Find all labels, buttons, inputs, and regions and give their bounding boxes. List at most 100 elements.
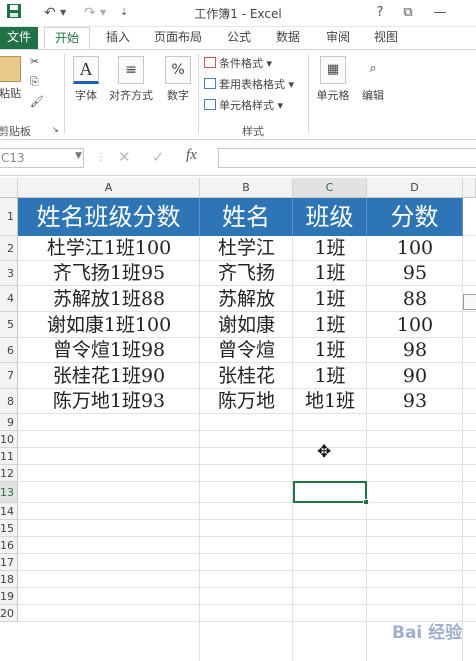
cut-icon[interactable]: ✂ bbox=[30, 54, 39, 70]
cell-d5[interactable]: 100 bbox=[367, 312, 463, 338]
cell-c5[interactable]: 1班 bbox=[293, 312, 367, 338]
row-header-3[interactable]: 3 bbox=[0, 261, 18, 286]
row-header-4[interactable]: 4 bbox=[0, 286, 18, 312]
group-clipboard-label: 剪贴板 bbox=[0, 125, 31, 138]
row-header-17[interactable]: 17 bbox=[0, 554, 18, 571]
formula-bar-grip-icon: ⋮ bbox=[96, 152, 106, 163]
cell-c8[interactable]: 地1班 bbox=[293, 389, 367, 414]
cell-b2[interactable]: 杜学江 bbox=[200, 236, 293, 261]
format-painter-icon[interactable]: 🖌 bbox=[30, 94, 44, 110]
minimize-button[interactable]: — bbox=[428, 3, 452, 23]
tab-insert[interactable]: 插入 bbox=[100, 27, 136, 49]
cell-d6[interactable]: 98 bbox=[367, 338, 463, 363]
tab-page-layout[interactable]: 页面布局 bbox=[148, 27, 208, 49]
header-cell-a[interactable]: 姓名班级分数 bbox=[18, 198, 200, 236]
cell-d7[interactable]: 90 bbox=[367, 363, 463, 389]
row-header-8[interactable]: 8 bbox=[0, 389, 18, 414]
column-header-d[interactable]: D bbox=[367, 178, 463, 198]
cell-cursor-icon: ✥ bbox=[317, 442, 332, 462]
row-header-12[interactable]: 12 bbox=[0, 465, 18, 482]
cell-a3[interactable]: 齐飞扬1班95 bbox=[18, 261, 200, 286]
row-header-16[interactable]: 16 bbox=[0, 537, 18, 554]
clipboard-launcher-icon[interactable]: ↘ bbox=[52, 122, 59, 138]
ribbon-tabs: 文件 开始 插入 页面布局 公式 数据 审阅 视图 bbox=[0, 27, 476, 50]
worksheet-grid[interactable]: A B C D 1 2 3 4 5 6 7 8 9 10 11 12 13 14 15 16 17 18 19 20 … bbox=[0, 178, 476, 661]
column-header-b[interactable]: B bbox=[200, 178, 293, 198]
cell-d8[interactable]: 93 bbox=[367, 389, 463, 414]
row-header-2[interactable]: 2 bbox=[0, 236, 18, 261]
tab-file[interactable]: 文件 bbox=[0, 27, 38, 49]
cell-a4[interactable]: 苏解放1班88 bbox=[18, 286, 200, 312]
cell-b8[interactable]: 陈万地 bbox=[200, 389, 293, 414]
cell-c6[interactable]: 1班 bbox=[293, 338, 367, 363]
selected-cell[interactable] bbox=[293, 481, 369, 505]
formula-input[interactable] bbox=[218, 148, 476, 168]
cell-b5[interactable]: 谢如康 bbox=[200, 312, 293, 338]
copy-icon[interactable]: ⎘ bbox=[30, 74, 39, 90]
cell-c7[interactable]: 1班 bbox=[293, 363, 367, 389]
font-icon: A bbox=[73, 56, 99, 84]
column-header-a[interactable]: A bbox=[18, 178, 200, 198]
cell-a8[interactable]: 陈万地1班93 bbox=[18, 389, 200, 414]
cell-styles-button[interactable]: 单元格样式 ▾ bbox=[204, 98, 283, 114]
insert-function-icon[interactable]: fx bbox=[186, 147, 197, 164]
cell-d4[interactable]: 88 bbox=[367, 286, 463, 312]
enter-icon[interactable]: ✓ bbox=[152, 148, 165, 166]
row-header-6[interactable]: 6 bbox=[0, 338, 18, 363]
table-icon bbox=[204, 78, 216, 89]
header-cell-d[interactable]: 分数 bbox=[367, 198, 463, 236]
column-header-e[interactable] bbox=[463, 178, 476, 198]
cell-d2[interactable]: 100 bbox=[367, 236, 463, 261]
row-header-20[interactable]: 20 bbox=[0, 605, 18, 622]
cell-c2[interactable]: 1班 bbox=[293, 236, 367, 261]
cell-b4[interactable]: 苏解放 bbox=[200, 286, 293, 312]
row-header-7[interactable]: 7 bbox=[0, 363, 18, 389]
cell-b3[interactable]: 齐飞扬 bbox=[200, 261, 293, 286]
header-cell-b[interactable]: 姓名 bbox=[200, 198, 293, 236]
tab-data[interactable]: 数据 bbox=[270, 27, 306, 49]
row-header-18[interactable]: 18 bbox=[0, 571, 18, 588]
edit-button[interactable]: ⌕ 编辑 bbox=[356, 56, 390, 103]
font-button[interactable]: A 字体 bbox=[70, 56, 102, 103]
ribbon-display-button[interactable]: ⧉ bbox=[396, 3, 420, 23]
tab-home[interactable]: 开始 bbox=[44, 27, 90, 50]
row-header-15[interactable]: 15 bbox=[0, 520, 18, 537]
cell-a7[interactable]: 张桂花1班90 bbox=[18, 363, 200, 389]
row-header-14[interactable]: 14 bbox=[0, 503, 18, 520]
fill-handle[interactable] bbox=[363, 499, 369, 505]
paste-button[interactable]: 粘贴 bbox=[0, 56, 24, 101]
row-header-13[interactable]: 13 bbox=[0, 482, 18, 503]
cell-d3[interactable]: 95 bbox=[367, 261, 463, 286]
cell-a6[interactable]: 曾令煊1班98 bbox=[18, 338, 200, 363]
format-as-table-button[interactable]: 套用表格格式 ▾ bbox=[204, 77, 294, 93]
cell-a2[interactable]: 杜学江1班100 bbox=[18, 236, 200, 261]
column-header-c[interactable]: C bbox=[293, 178, 367, 198]
select-all-corner[interactable] bbox=[0, 178, 18, 198]
row-header-11[interactable]: 11 bbox=[0, 448, 18, 465]
cell-b6[interactable]: 曾令煊 bbox=[200, 338, 293, 363]
name-box-dropdown-icon[interactable]: ▼ bbox=[75, 151, 82, 161]
cell-style-icon bbox=[204, 99, 216, 110]
cells-button[interactable]: ▦ 单元格 bbox=[313, 56, 353, 103]
header-cell-c[interactable]: 班级 bbox=[293, 198, 367, 236]
tab-view[interactable]: 视图 bbox=[368, 27, 404, 49]
conditional-format-button[interactable]: 条件格式 ▾ bbox=[204, 56, 272, 72]
cell-a5[interactable]: 谢如康1班100 bbox=[18, 312, 200, 338]
quick-analysis-icon[interactable] bbox=[463, 294, 476, 310]
row-header-19[interactable]: 19 bbox=[0, 588, 18, 605]
cell-b7[interactable]: 张桂花 bbox=[200, 363, 293, 389]
number-button[interactable]: % 数字 bbox=[162, 56, 194, 103]
row-header-10[interactable]: 10 bbox=[0, 431, 18, 448]
row-header-9[interactable]: 9 bbox=[0, 414, 18, 431]
tab-formulas[interactable]: 公式 bbox=[222, 27, 256, 49]
alignment-button[interactable]: ≡ 对齐方式 bbox=[106, 56, 156, 103]
cell-c3[interactable]: 1班 bbox=[293, 261, 367, 286]
tab-review[interactable]: 审阅 bbox=[320, 27, 356, 49]
name-box[interactable]: C13 bbox=[0, 148, 84, 168]
row-header-5[interactable]: 5 bbox=[0, 312, 18, 338]
cell-c4[interactable]: 1班 bbox=[293, 286, 367, 312]
cancel-icon[interactable]: ✕ bbox=[118, 148, 131, 166]
row-header-1[interactable]: 1 bbox=[0, 198, 18, 236]
help-button[interactable]: ? bbox=[368, 3, 392, 23]
clipboard-icon bbox=[0, 56, 21, 82]
